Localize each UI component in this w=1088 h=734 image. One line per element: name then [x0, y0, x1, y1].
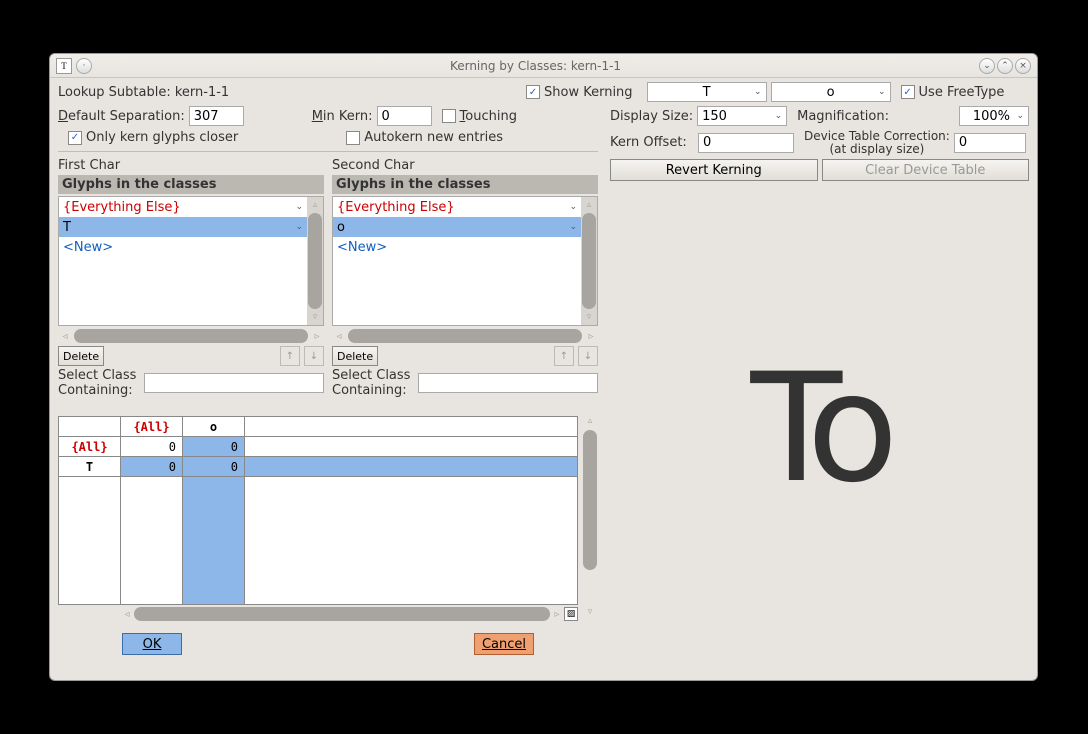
- table-cell[interactable]: 0: [183, 457, 245, 477]
- table-corner-icon[interactable]: ▨: [564, 607, 578, 621]
- close-icon[interactable]: ×: [1015, 58, 1031, 74]
- minimize-icon[interactable]: ⌄: [979, 58, 995, 74]
- table-cell[interactable]: 0: [183, 437, 245, 457]
- scrollbar[interactable]: ◃▹ ▨: [58, 607, 578, 621]
- kern-offset-label: Kern Offset:: [610, 135, 694, 150]
- window-title: Kerning by Classes: kern-1-1: [92, 59, 979, 73]
- delete-button[interactable]: Delete: [58, 346, 104, 366]
- chevron-down-icon: ⌄: [1016, 111, 1024, 121]
- titlebar: T · Kerning by Classes: kern-1-1 ⌄ ⌃ ×: [50, 54, 1037, 78]
- chevron-down-icon: ⌄: [569, 222, 577, 232]
- use-freetype-label: Use FreeType: [919, 85, 1005, 100]
- move-up-icon[interactable]: ↑: [280, 346, 300, 366]
- table-cell[interactable]: 0: [121, 437, 183, 457]
- first-char-label: First Char: [58, 158, 324, 173]
- maximize-icon[interactable]: ⌃: [997, 58, 1013, 74]
- sticky-icon[interactable]: ·: [76, 58, 92, 74]
- autokern-label: Autokern new entries: [364, 130, 503, 145]
- table-row-header[interactable]: {All}: [59, 437, 121, 457]
- move-down-icon[interactable]: ↓: [304, 346, 324, 366]
- first-glyph-combo[interactable]: T⌄: [647, 82, 767, 102]
- second-char-panel: Second Char Glyphs in the classes {Every…: [332, 158, 598, 398]
- default-separation-input[interactable]: [189, 106, 244, 126]
- revert-kerning-button[interactable]: Revert Kerning: [610, 159, 818, 181]
- display-size-label: Display Size:: [610, 109, 693, 124]
- move-down-icon[interactable]: ↓: [578, 346, 598, 366]
- min-kern-label: Min Kern:: [312, 109, 373, 124]
- kern-table[interactable]: {All} o {All} 0 0 T: [58, 416, 578, 605]
- content-area: Lookup Subtable: kern-1-1 Show Kerning T…: [50, 78, 1037, 680]
- scrollbar[interactable]: ▵ ▿: [582, 416, 598, 621]
- clear-device-table-button[interactable]: Clear Device Table: [822, 159, 1030, 181]
- glyphs-header-2: Glyphs in the classes: [332, 175, 598, 194]
- magnification-combo[interactable]: 100% ⌄: [959, 106, 1029, 126]
- magnification-label: Magnification:: [797, 109, 889, 124]
- app-icon: T: [56, 58, 72, 74]
- select-class-input-1[interactable]: [144, 373, 324, 393]
- scrollbar[interactable]: ▵▿: [581, 197, 597, 325]
- min-kern-input[interactable]: [377, 106, 432, 126]
- glyphs-header-1: Glyphs in the classes: [58, 175, 324, 194]
- only-kern-closer-checkbox[interactable]: [68, 131, 82, 145]
- kerning-preview: To: [610, 185, 1029, 672]
- chevron-down-icon: ⌄: [878, 87, 886, 97]
- chevron-down-icon: ⌄: [295, 202, 303, 212]
- first-char-panel: First Char Glyphs in the classes {Everyt…: [58, 158, 324, 398]
- list-item[interactable]: {Everything Else}⌄: [333, 197, 581, 217]
- list-item[interactable]: <New>: [59, 237, 307, 257]
- touching-label: Touching: [460, 109, 517, 124]
- chevron-down-icon: ⌄: [754, 87, 762, 97]
- kern-offset-input[interactable]: [698, 133, 794, 153]
- dialog-window: T · Kerning by Classes: kern-1-1 ⌄ ⌃ × L…: [49, 53, 1038, 681]
- device-correction-label: Device Table Correction:: [804, 130, 950, 143]
- use-freetype-checkbox[interactable]: [901, 85, 915, 99]
- scrollbar[interactable]: ◃▹: [58, 328, 324, 344]
- delete-button[interactable]: Delete: [332, 346, 378, 366]
- autokern-checkbox[interactable]: [346, 131, 360, 145]
- display-size-value: 150: [702, 109, 727, 124]
- second-glyph-value: o: [827, 85, 835, 100]
- show-kerning-checkbox[interactable]: [526, 85, 540, 99]
- select-class-label-1: Select Class Containing:: [58, 368, 140, 398]
- table-row-header[interactable]: T: [59, 457, 121, 477]
- second-char-label: Second Char: [332, 158, 598, 173]
- default-separation-label: Default Separation:: [58, 109, 185, 124]
- table-col-header[interactable]: o: [183, 417, 245, 437]
- device-correction-input[interactable]: [954, 133, 1026, 153]
- list-item[interactable]: {Everything Else}⌄: [59, 197, 307, 217]
- chevron-down-icon: ⌄: [295, 222, 303, 232]
- list-item[interactable]: <New>: [333, 237, 581, 257]
- move-up-icon[interactable]: ↑: [554, 346, 574, 366]
- list-item[interactable]: T⌄: [59, 217, 307, 237]
- first-char-list: {Everything Else}⌄ T⌄ <New> ▵▿: [58, 196, 324, 326]
- left-column: Default Separation: Min Kern: Touching O…: [58, 106, 598, 672]
- right-column: Display Size: 150⌄ Magnification: 100%⌄ …: [610, 106, 1029, 672]
- scrollbar[interactable]: ▵▿: [307, 197, 323, 325]
- only-kern-closer-label: Only kern glyphs closer: [86, 130, 238, 145]
- select-class-input-2[interactable]: [418, 373, 598, 393]
- second-glyph-combo[interactable]: o⌄: [771, 82, 891, 102]
- select-class-label-2: Select Class Containing:: [332, 368, 414, 398]
- display-size-combo[interactable]: 150 ⌄: [697, 106, 787, 126]
- cancel-button[interactable]: Cancel: [474, 633, 534, 655]
- kern-table-area: {All} o {All} 0 0 T: [58, 416, 598, 621]
- chevron-down-icon: ⌄: [775, 111, 783, 121]
- first-glyph-value: T: [703, 85, 711, 100]
- touching-checkbox[interactable]: [442, 109, 456, 123]
- list-item[interactable]: o⌄: [333, 217, 581, 237]
- second-char-list: {Everything Else}⌄ o⌄ <New> ▵▿: [332, 196, 598, 326]
- magnification-value: 100%: [973, 109, 1010, 124]
- show-kerning-label: Show Kerning: [544, 85, 633, 100]
- scrollbar[interactable]: ◃▹: [332, 328, 598, 344]
- table-cell[interactable]: 0: [121, 457, 183, 477]
- device-correction-sublabel: (at display size): [804, 143, 950, 156]
- lookup-subtable-label: Lookup Subtable: kern-1-1: [58, 85, 458, 100]
- ok-button[interactable]: OK: [122, 633, 182, 655]
- table-col-header[interactable]: {All}: [121, 417, 183, 437]
- chevron-down-icon: ⌄: [569, 202, 577, 212]
